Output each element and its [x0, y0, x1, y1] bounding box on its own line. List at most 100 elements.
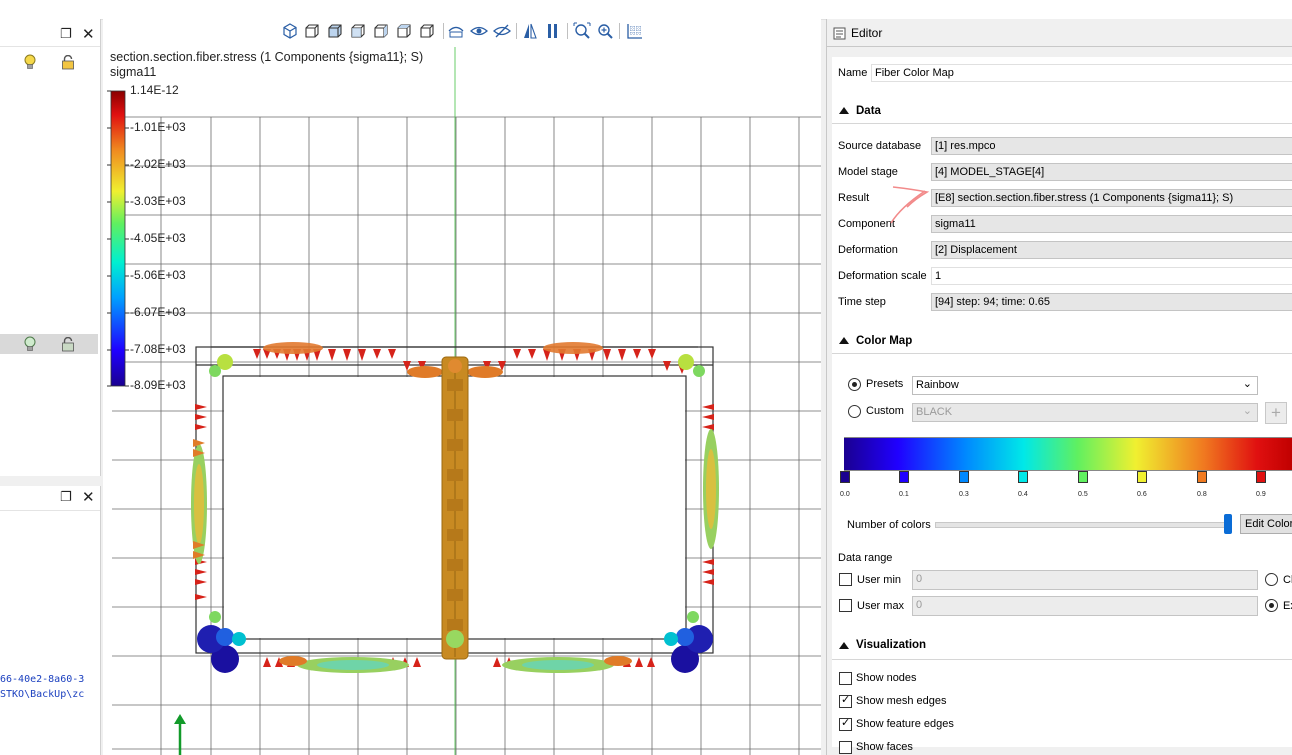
user-min-label: User min [857, 574, 902, 586]
edit-color-button[interactable]: Edit Color [1240, 514, 1292, 534]
field-label: Result [838, 192, 870, 204]
source-database-field[interactable]: [1] res.mpco [931, 137, 1292, 155]
eye-icon[interactable] [470, 22, 488, 40]
checkmark-icon: ✓ [841, 694, 851, 706]
data-section-header[interactable]: Data [856, 105, 881, 117]
legend-tick-label: -5.06E+03 [130, 268, 186, 282]
eye-hide-icon[interactable] [493, 22, 511, 40]
editor-icon [833, 27, 846, 40]
legend-tick-label: -1.01E+03 [130, 120, 186, 134]
show-mesh-edges-label: Show mesh edges [856, 695, 947, 707]
visualization-section-header[interactable]: Visualization [856, 639, 926, 651]
show-mesh-edges-checkbox[interactable]: ✓ [839, 694, 852, 708]
zoom-fit-icon[interactable] [573, 22, 591, 40]
left-view-icon[interactable] [349, 22, 367, 40]
clip-label: Cl [1283, 574, 1292, 586]
show-faces-label: Show faces [856, 741, 913, 753]
number-of-colors-slider-handle[interactable] [1224, 514, 1232, 534]
gradient-tick-label: 0.1 [899, 491, 909, 498]
restore-icon[interactable]: ❐ [60, 27, 72, 42]
split-icon[interactable] [544, 22, 562, 40]
legend-tick-label: -7.08E+03 [130, 342, 186, 356]
model-tree-panel: ❐ ✕ [0, 19, 101, 476]
legend-tick-label: -4.05E+03 [130, 231, 186, 245]
gradient-tick-label: 0.3 [959, 491, 969, 498]
custom-radio[interactable] [848, 405, 861, 418]
add-color-button[interactable]: + [1265, 402, 1287, 424]
data-range-label: Data range [838, 552, 893, 564]
fiber-plot [107, 47, 821, 755]
number-of-colors-slider-track[interactable] [935, 522, 1232, 528]
show-nodes-checkbox[interactable] [839, 672, 852, 685]
deformation-scale-field[interactable]: 1 [931, 267, 1292, 285]
time-step-field[interactable]: [94] step: 94; time: 0.65 [931, 293, 1292, 311]
log-line: STKO\BackUp\zc [0, 689, 85, 700]
front-view-icon[interactable] [303, 22, 321, 40]
show-feature-edges-checkbox[interactable]: ✓ [839, 717, 852, 731]
selected-tree-row[interactable] [0, 334, 98, 354]
gradient-tick-label: 0.5 [1078, 491, 1088, 498]
field-label: Deformation scale [838, 270, 927, 282]
iso-view-icon[interactable] [281, 22, 299, 40]
extend-radio[interactable] [1265, 599, 1278, 612]
editor-panel: Editor Name Fiber Color Map Data Source … [826, 19, 1292, 755]
zoom-icon[interactable] [596, 22, 614, 40]
3d-viewport[interactable]: section.section.fiber.stress (1 Componen… [103, 19, 821, 755]
mirror-icon[interactable] [521, 22, 539, 40]
clip-radio[interactable] [1265, 573, 1278, 586]
bottom-view-icon[interactable] [418, 22, 436, 40]
legend-title: section.section.fiber.stress (1 Componen… [110, 50, 424, 64]
user-min-checkbox[interactable] [839, 573, 852, 586]
right-view-icon[interactable] [372, 22, 390, 40]
annotation-arrow-icon [890, 186, 930, 224]
restore-icon[interactable]: ❐ [60, 490, 72, 505]
field-label: Source database [838, 140, 922, 152]
back-view-icon[interactable] [326, 22, 344, 40]
deformation-field[interactable]: [2] Displacement [931, 241, 1292, 259]
collapse-arrow-icon[interactable] [839, 107, 849, 114]
show-nodes-label: Show nodes [856, 672, 917, 684]
legend-tick-label: -3.03E+03 [130, 194, 186, 208]
color-gradient[interactable] [844, 437, 1292, 471]
top-view-icon[interactable] [395, 22, 413, 40]
user-max-checkbox[interactable] [839, 599, 852, 612]
gradient-marker[interactable] [840, 471, 850, 483]
gradient-marker[interactable] [1256, 471, 1266, 483]
grid-icon[interactable] [625, 22, 643, 40]
lightbulb-icon[interactable] [23, 54, 37, 71]
close-icon[interactable]: ✕ [82, 25, 95, 43]
legend-tick-label: -8.09E+03 [130, 378, 186, 392]
custom-select[interactable]: BLACK ⌄ [912, 403, 1258, 422]
close-icon[interactable]: ✕ [82, 488, 95, 506]
name-field[interactable]: Fiber Color Map [871, 64, 1292, 82]
model-stage-field[interactable]: [4] MODEL_STAGE[4] [931, 163, 1292, 181]
custom-label: Custom [866, 405, 904, 417]
collapse-arrow-icon[interactable] [839, 337, 849, 344]
lightbulb-icon[interactable] [23, 336, 37, 353]
collapse-arrow-icon[interactable] [839, 642, 849, 649]
gradient-marker[interactable] [1018, 471, 1028, 483]
checkmark-icon: ✓ [841, 717, 851, 729]
presets-select[interactable]: Rainbow ⌄ [912, 376, 1258, 395]
presets-radio[interactable] [848, 378, 861, 391]
show-faces-checkbox[interactable] [839, 741, 852, 754]
gradient-marker[interactable] [1137, 471, 1147, 483]
gradient-tick-label: 0.8 [1197, 491, 1207, 498]
show-feature-edges-label: Show feature edges [856, 718, 954, 730]
legend-subtitle: sigma11 [110, 65, 157, 79]
gradient-marker[interactable] [959, 471, 969, 483]
user-min-field[interactable]: 0 [912, 570, 1258, 590]
lock-icon[interactable] [61, 55, 75, 70]
result-field[interactable]: [E8] section.section.fiber.stress (1 Com… [931, 189, 1292, 207]
gradient-marker[interactable] [899, 471, 909, 483]
legend-tick-label: -2.02E+03 [130, 157, 186, 171]
gradient-tick-label: 0.6 [1137, 491, 1147, 498]
lock-icon[interactable] [61, 337, 75, 352]
color-map-section-header[interactable]: Color Map [856, 335, 912, 347]
component-field[interactable]: sigma11 [931, 215, 1292, 233]
gradient-marker[interactable] [1078, 471, 1088, 483]
perspective-icon[interactable] [447, 22, 465, 40]
user-max-field[interactable]: 0 [912, 596, 1258, 616]
gradient-marker[interactable] [1197, 471, 1207, 483]
field-label: Model stage [838, 166, 898, 178]
